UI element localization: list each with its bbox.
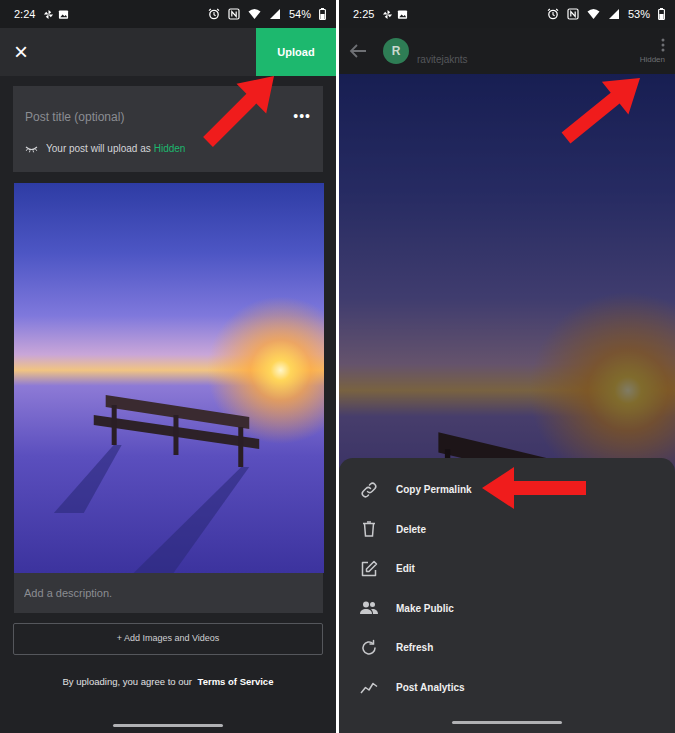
battery-level: 54% bbox=[289, 6, 311, 23]
back-arrow-icon[interactable] bbox=[349, 44, 367, 58]
battery-icon bbox=[319, 8, 326, 20]
system-icons bbox=[547, 8, 620, 20]
notification-icons bbox=[382, 9, 408, 20]
wifi-icon bbox=[248, 8, 261, 20]
visibility-label: Hidden bbox=[640, 56, 665, 65]
menu-item[interactable]: Copy Permalink bbox=[339, 470, 675, 510]
pinwheel-icon bbox=[43, 9, 54, 20]
gesture-bar bbox=[113, 724, 223, 727]
upload-button[interactable]: Upload bbox=[256, 28, 336, 76]
picture-icon bbox=[397, 9, 408, 20]
status-time: 2:25 bbox=[353, 6, 374, 23]
red-arrow bbox=[203, 76, 274, 147]
post-title-card: ••• Your post will upload as Hidden bbox=[13, 86, 323, 172]
post-screen: 2:25 53% R ravitejaknts Hidden Copy Perm… bbox=[339, 0, 675, 733]
options-list: Copy Permalink Delete Edit Make Public Refre… bbox=[339, 470, 675, 707]
kebab-icon[interactable] bbox=[661, 38, 665, 52]
add-media-button[interactable]: + Add Images and Videos bbox=[13, 623, 323, 655]
description-box bbox=[14, 573, 323, 613]
terms-text: By uploading, you agree to our bbox=[63, 676, 192, 687]
status-bar: 2:25 53% bbox=[339, 0, 675, 28]
post-title-input[interactable] bbox=[25, 108, 285, 126]
menu-item-label: Refresh bbox=[396, 640, 433, 655]
refresh-icon bbox=[359, 638, 379, 658]
nfc-icon bbox=[567, 8, 579, 20]
username[interactable]: ravitejaknts bbox=[417, 52, 468, 67]
menu-item-label: Post Analytics bbox=[396, 680, 465, 695]
notification-icons bbox=[43, 9, 69, 20]
hidden-eye-icon bbox=[25, 145, 38, 153]
menu-item[interactable]: Refresh bbox=[339, 628, 675, 668]
post-header: R ravitejaknts Hidden bbox=[339, 28, 675, 74]
upload-toolbar: × Upload bbox=[0, 28, 336, 76]
signal-icon bbox=[608, 8, 620, 20]
analytics-icon bbox=[359, 677, 379, 697]
uploaded-photo bbox=[14, 183, 324, 573]
user-avatar[interactable]: R bbox=[383, 38, 409, 64]
notice-text: Your post will upload as bbox=[46, 141, 151, 156]
menu-item-label: Delete bbox=[396, 522, 426, 537]
visibility-status[interactable]: Hidden bbox=[154, 141, 186, 156]
terms-notice: By uploading, you agree to our Terms of … bbox=[0, 675, 336, 689]
close-button[interactable]: × bbox=[0, 28, 42, 76]
status-bar: 2:24 54% bbox=[0, 0, 336, 28]
link-icon bbox=[359, 480, 379, 500]
picture-icon bbox=[58, 9, 69, 20]
status-time: 2:24 bbox=[14, 6, 35, 23]
post-menu[interactable]: Hidden bbox=[640, 38, 665, 65]
pinwheel-icon bbox=[382, 9, 393, 20]
menu-item-label: Make Public bbox=[396, 601, 454, 616]
more-button[interactable]: ••• bbox=[285, 106, 311, 127]
upload-screen: 2:24 54% × Upload ••• Your post will upl… bbox=[0, 0, 336, 733]
battery-icon bbox=[658, 8, 665, 20]
signal-icon bbox=[269, 8, 281, 20]
people-icon bbox=[359, 598, 379, 618]
system-icons bbox=[208, 8, 281, 20]
description-input[interactable] bbox=[24, 585, 313, 602]
post-options-sheet: Copy Permalink Delete Edit Make Public Refre… bbox=[339, 458, 675, 733]
red-arrow bbox=[562, 78, 640, 143]
menu-item-label: Copy Permalink bbox=[396, 482, 472, 497]
battery-level: 53% bbox=[628, 6, 650, 23]
screenshot-pair: 2:24 54% × Upload ••• Your post will upl… bbox=[0, 0, 675, 733]
menu-item[interactable]: Make Public bbox=[339, 589, 675, 629]
gesture-bar bbox=[452, 721, 562, 724]
terms-link[interactable]: Terms of Service bbox=[198, 676, 274, 687]
nfc-icon bbox=[228, 8, 240, 20]
wifi-icon bbox=[587, 8, 600, 20]
alarm-icon bbox=[208, 8, 220, 20]
menu-item-label: Edit bbox=[396, 561, 415, 576]
trash-icon bbox=[359, 519, 379, 539]
menu-item[interactable]: Post Analytics bbox=[339, 668, 675, 708]
visibility-notice: Your post will upload as Hidden bbox=[25, 141, 311, 156]
menu-item[interactable]: Delete bbox=[339, 510, 675, 550]
red-arrow bbox=[482, 467, 586, 509]
alarm-icon bbox=[547, 8, 559, 20]
menu-item[interactable]: Edit bbox=[339, 549, 675, 589]
edit-icon bbox=[359, 559, 379, 579]
